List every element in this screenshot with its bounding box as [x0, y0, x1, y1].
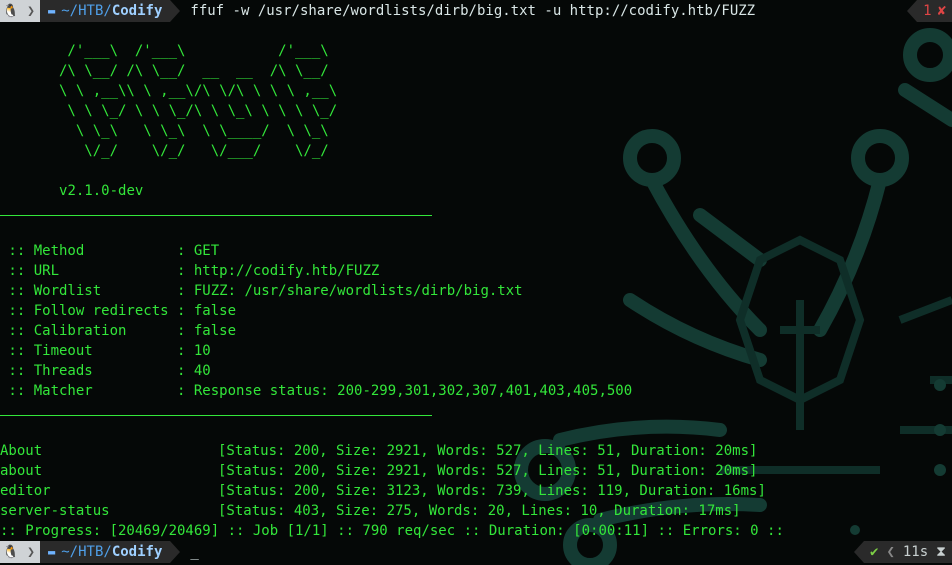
x-icon: ✘ [937, 3, 946, 19]
config-key: :: Follow redirects [0, 303, 178, 319]
config-key: :: Method [0, 243, 178, 259]
divider [0, 415, 432, 417]
shell-prompt-bottom: 🐧 ❯ ▬ ~/HTB/Codify _ [0, 541, 199, 563]
check-icon: ✔ [870, 544, 879, 560]
config-value: : FUZZ: /usr/share/wordlists/dirb/big.tx… [177, 283, 523, 299]
config-row: :: Timeout : 10 [0, 341, 211, 361]
right-prompt-top: 1 ✘ [907, 0, 952, 22]
command-text: ffuf -w /usr/share/wordlists/dirb/big.tx… [190, 3, 756, 19]
linux-tux-icon: 🐧 [0, 0, 22, 22]
path-prefix: ~/HTB/ [61, 3, 112, 19]
config-value: : 10 [177, 343, 211, 359]
linux-tux-icon: 🐧 [0, 541, 22, 563]
progress-line: :: Progress: [20469/20469] :: Job [1/1] … [0, 523, 784, 539]
result-info: [Status: 403, Size: 275, Words: 20, Line… [218, 503, 741, 519]
hourglass-icon: ⧗ [936, 544, 946, 560]
config-row: :: URL : http://codify.htb/FUZZ [0, 261, 379, 281]
banner-line: \ \ ,__\\ \ ,__\/\ \/\ \ \ \ ,__\ [0, 83, 338, 99]
config-value: : false [177, 323, 237, 339]
config-value: : GET [177, 243, 220, 259]
result-path: server-status [0, 503, 110, 519]
chevron-right-icon: ❯ [22, 0, 40, 22]
exit-code: 1 [923, 3, 932, 19]
banner-line: \/_/ \/_/ \/___/ \/_/ [0, 143, 329, 159]
folder-icon: ▬ [48, 545, 56, 559]
result-row: server-status [Status: 403, Size: 275, Wo… [0, 501, 741, 521]
version-text: v2.1.0-dev [0, 181, 143, 201]
result-info: [Status: 200, Size: 2921, Words: 527, Li… [218, 443, 758, 459]
config-row: :: Matcher : Response status: 200-299,30… [0, 381, 632, 401]
config-value: : http://codify.htb/FUZZ [177, 263, 380, 279]
config-key: :: Threads [0, 363, 178, 379]
banner-line: /'___\ /'___\ /'___\ [0, 43, 329, 59]
prompt-path: ▬ ~/HTB/Codify [40, 0, 171, 22]
config-row: :: Method : GET [0, 241, 219, 261]
config-key: :: Matcher [0, 383, 178, 399]
result-path: editor [0, 483, 51, 499]
config-key: :: Timeout [0, 343, 178, 359]
path-prefix: ~/HTB/ [61, 544, 112, 560]
result-info: [Status: 200, Size: 3123, Words: 739, Li… [218, 483, 766, 499]
result-info: [Status: 200, Size: 2921, Words: 527, Li… [218, 463, 758, 479]
config-key: :: Calibration [0, 323, 178, 339]
terminal-window[interactable]: 🐧 ❯ ▬ ~/HTB/Codify ffuf -w /usr/share/wo… [0, 0, 952, 565]
result-row: editor [Status: 200, Size: 3123, Words: 7… [0, 481, 766, 501]
shell-prompt-top: 🐧 ❯ ▬ ~/HTB/Codify ffuf -w /usr/share/wo… [0, 0, 755, 22]
config-value: : Response status: 200-299,301,302,307,4… [177, 383, 633, 399]
chevron-left-icon: ❮ [886, 544, 895, 560]
right-prompt-bottom: ✔ ❮ 11s ⧗ [854, 541, 952, 563]
version-value: v2.1.0-dev [59, 183, 144, 199]
config-row: :: Wordlist : FUZZ: /usr/share/wordlists… [0, 281, 523, 301]
result-path: About [0, 443, 43, 459]
input-cursor[interactable]: _ [190, 544, 198, 560]
banner-line: \ \_\ \ \_\ \ \____/ \ \_\ [0, 123, 329, 139]
path-current: Codify [111, 544, 163, 560]
config-row: :: Threads : 40 [0, 361, 211, 381]
folder-icon: ▬ [48, 4, 56, 18]
result-row: about [Status: 200, Size: 2921, Words: 52… [0, 461, 757, 481]
config-row: :: Follow redirects : false [0, 301, 236, 321]
prompt-path: ▬ ~/HTB/Codify [40, 541, 171, 563]
elapsed-time: 11s [902, 544, 929, 560]
banner-line: \ \ \_/ \ \ \_/\ \ \_\ \ \ \ \_/ [0, 103, 338, 119]
config-value: : 40 [177, 363, 211, 379]
result-path: about [0, 463, 43, 479]
result-row: About [Status: 200, Size: 2921, Words: 52… [0, 441, 757, 461]
config-row: :: Calibration : false [0, 321, 236, 341]
banner-line: /\ \__/ /\ \__/ __ __ /\ \__/ [0, 63, 329, 79]
divider [0, 215, 432, 217]
config-key: :: Wordlist [0, 283, 178, 299]
config-key: :: URL [0, 263, 178, 279]
path-current: Codify [111, 3, 163, 19]
chevron-right-icon: ❯ [22, 541, 40, 563]
config-value: : false [177, 303, 237, 319]
